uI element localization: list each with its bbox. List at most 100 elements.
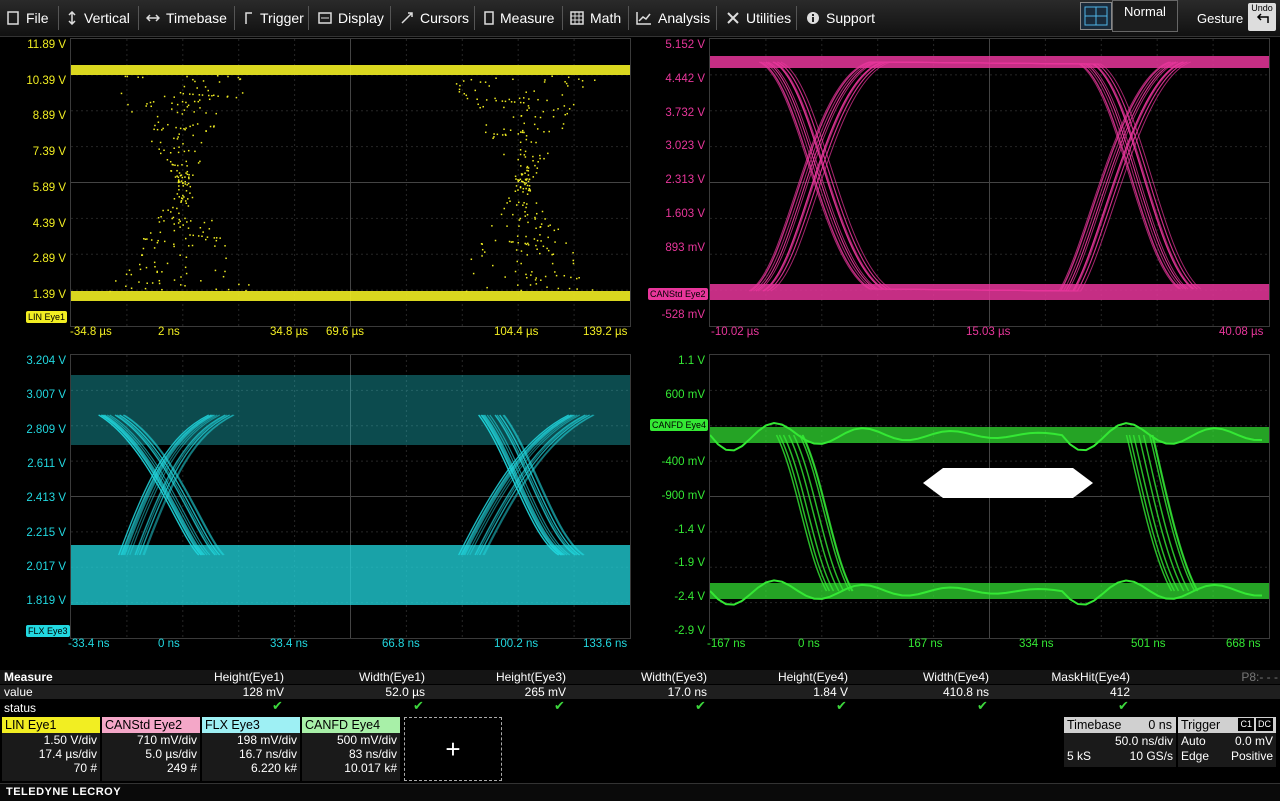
grid-layout-button[interactable] [1080, 2, 1112, 30]
eye-crossing-dot [534, 164, 536, 167]
grid-eye3[interactable] [70, 354, 631, 639]
menu-utilities[interactable]: Utilities [726, 0, 791, 36]
add-trace-button[interactable]: + [404, 717, 502, 781]
eye-crossing-dot [480, 242, 483, 245]
eye-crossing-dot [167, 209, 169, 211]
eye-crossing-dot [527, 105, 530, 107]
eye-crossing-dot [185, 172, 187, 174]
measure-param-name[interactable]: Height(Eye1) [214, 670, 284, 684]
eye-crossing-dot [186, 106, 189, 108]
x-axis-label: 167 ns [908, 638, 943, 650]
measure-param-name[interactable]: Height(Eye4) [778, 670, 848, 684]
waveform-eye3 [71, 355, 630, 638]
measure-param-name[interactable]: Height(Eye3) [496, 670, 566, 684]
menu-cursors[interactable]: Cursors [400, 0, 469, 36]
eye-crossing-dot [510, 101, 513, 103]
trigger-mode-dropdown[interactable]: Normal [1112, 0, 1178, 32]
measure-title[interactable]: Measure [4, 670, 53, 684]
eye-crossing-dot [180, 276, 182, 278]
eye-crossing-dot [484, 81, 487, 83]
eye-crossing-dot [150, 105, 152, 108]
eye-crossing-dot [486, 286, 488, 289]
eye-crossing-dot [186, 184, 188, 186]
eye-crossing-dot [466, 97, 469, 100]
channel-tag-eye2[interactable]: CANStd Eye2 [648, 288, 708, 300]
trigger-descriptor[interactable]: Trigger C1 DC Auto 0.0 mV Edge Positive [1178, 717, 1276, 767]
eye-crossing-dot [476, 98, 478, 101]
grid-eye2[interactable] [709, 38, 1270, 327]
y-axis-label: 8.89 V [32, 110, 66, 123]
eye-crossing-dot [517, 180, 520, 183]
x-axis-label: 139.2 µs [583, 326, 628, 338]
measure-param-name[interactable]: Width(Eye4) [923, 670, 989, 684]
eye-crossing-dot [562, 123, 565, 125]
eye-crossing-dot [173, 279, 176, 281]
eye-crossing-dot [120, 92, 123, 95]
eye-crossing-dot [525, 179, 527, 181]
descriptor-2[interactable]: CANStd Eye2 710 mV/div 5.0 µs/div 249 # [102, 717, 200, 781]
channel-tag-eye1[interactable]: LIN Eye1 [26, 311, 68, 323]
channel-tag-eye4[interactable]: CANFD Eye4 [650, 419, 709, 431]
eye-crossing-dot [522, 187, 525, 190]
eye-crossing-dot [186, 165, 188, 167]
menu-file[interactable]: File [6, 0, 49, 36]
eye-crossing-dot [192, 78, 194, 81]
eye-crossing-dot [531, 271, 533, 273]
eye-crossing-dot [146, 282, 148, 284]
eye-crossing-dot [145, 105, 147, 107]
gesture-label[interactable]: Gesture [1197, 11, 1243, 26]
menu-analysis[interactable]: Analysis [636, 0, 710, 36]
eye-crossing-dot [514, 190, 517, 192]
menu-support[interactable]: Support [806, 0, 875, 36]
eye-crossing-dot [509, 129, 512, 131]
menu-math-label: Math [590, 10, 622, 26]
menu-trigger[interactable]: Trigger [244, 0, 304, 36]
grid-eye1[interactable] [70, 38, 631, 327]
eye-crossing-dot [513, 101, 516, 103]
eye-crossing-dot [160, 216, 162, 218]
menu-vertical[interactable]: Vertical [66, 0, 130, 36]
eye-crossing-dot [198, 94, 201, 96]
channel-tag-eye3[interactable]: FLX Eye3 [26, 625, 70, 637]
timebase-per-div: 50.0 ns/div [1114, 734, 1173, 748]
undo-button[interactable]: Undo [1248, 3, 1276, 31]
eye-crossing-dot [196, 87, 198, 89]
y-axis-label: 2.313 V [665, 174, 705, 187]
eye-crossing-dot [211, 219, 213, 222]
descriptor-4[interactable]: CANFD Eye4 500 mV/div 83 ns/div 10.017 k# [302, 717, 400, 781]
eye-crossing-dot [203, 221, 206, 224]
utilities-icon [727, 12, 739, 24]
cursors-icon [401, 12, 413, 24]
eye-crossing-dot [179, 226, 181, 228]
eye-crossing-dot [237, 76, 240, 79]
eye-crossing-dot [522, 102, 525, 104]
eye-crossing-dot [208, 228, 211, 230]
eye-crossing-dot [198, 99, 201, 101]
eye-trace [755, 61, 1187, 292]
descriptor-3[interactable]: FLX Eye3 198 mV/div 16.7 ns/div 6.220 k# [202, 717, 300, 781]
menu-cursors-label: Cursors [420, 10, 470, 26]
eye-crossing-dot [528, 107, 530, 109]
eye-crossing-dot [222, 275, 225, 278]
eye-crossing-dot [176, 111, 179, 114]
eye-crossing-dot [546, 99, 548, 102]
menu-display[interactable]: Display [318, 0, 384, 36]
eye-crossing-dot [517, 158, 519, 161]
menu-divider [390, 6, 391, 30]
eye-crossing-dot [182, 185, 185, 187]
eye-crossing-dot [540, 279, 542, 281]
eye-crossing-dot [158, 279, 161, 282]
timebase-descriptor[interactable]: Timebase 0 ns 50.0 ns/div 5 kS 10 GS/s [1064, 717, 1176, 767]
trigger-coupling-badge: DC [1256, 718, 1273, 731]
menu-timebase[interactable]: Timebase [146, 0, 227, 36]
eye-crossing-dot [169, 160, 172, 163]
descriptor-line: 249 # [166, 761, 197, 775]
grid-eye4[interactable] [709, 354, 1270, 639]
menu-measure[interactable]: Measure [484, 0, 554, 36]
menu-math[interactable]: Math [570, 0, 621, 36]
measure-param-name[interactable]: Width(Eye3) [641, 670, 707, 684]
eye-crossing-dot [515, 185, 518, 187]
measure-param-name[interactable]: Width(Eye1) [359, 670, 425, 684]
descriptor-1[interactable]: LIN Eye1 1.50 V/div 17.4 µs/div 70 # [2, 717, 100, 781]
measure-param-name[interactable]: MaskHit(Eye4) [1051, 670, 1130, 684]
